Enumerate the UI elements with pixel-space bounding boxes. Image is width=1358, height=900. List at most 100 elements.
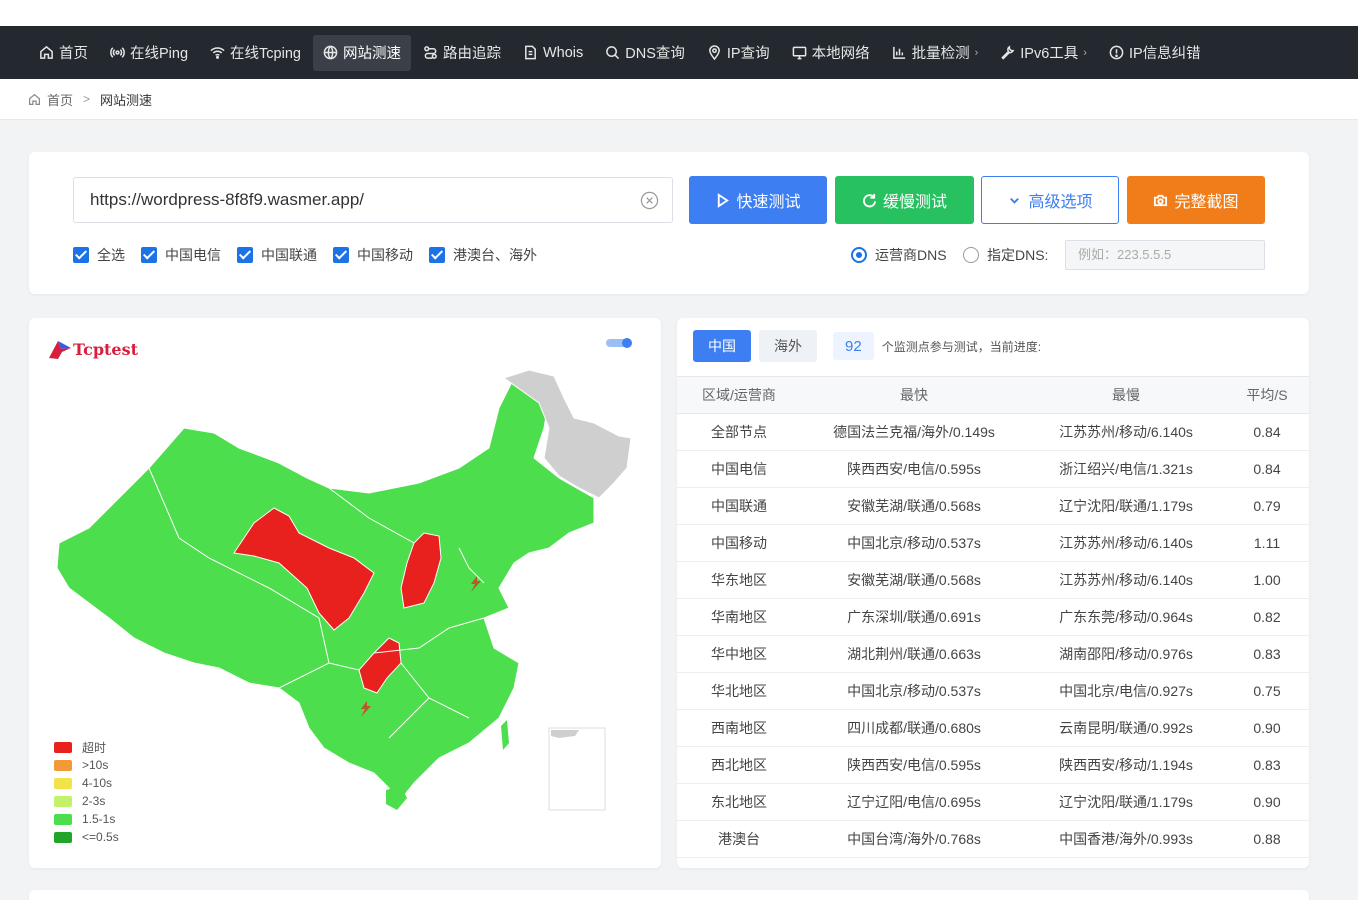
map-region-taiwan: [501, 720, 509, 750]
header-fastest: 最快: [801, 376, 1027, 414]
slow-test-label: 缓慢测试: [882, 194, 947, 211]
tab-overseas[interactable]: 海外: [759, 330, 817, 362]
checkbox-telecom[interactable]: 中国电信: [141, 245, 221, 265]
cell-region: 华北地区: [677, 672, 801, 710]
table-row: 中国电信 陕西西安/电信/0.595s 浙江绍兴/电信/1.321s 0.84: [677, 450, 1309, 488]
nav-item-3[interactable]: 网站测速: [312, 34, 411, 71]
nav-item-8[interactable]: 本地网络: [782, 35, 880, 71]
nav-item-label: 在线Ping: [130, 46, 189, 62]
wifi-icon: [210, 47, 225, 59]
radio-unselected-icon: [963, 247, 979, 263]
cell-fastest: 中国台湾/海外/0.768s: [801, 820, 1027, 858]
table-row: 港澳台 中国台湾/海外/0.768s 中国香港/海外/0.993s 0.88: [677, 820, 1309, 858]
nav-item-11[interactable]: IP信息纠错: [1099, 35, 1211, 71]
legend-label: 2-3s: [82, 794, 106, 808]
legend-item: 4-10s: [54, 774, 119, 792]
cell-slowest: 辽宁沈阳/联通/1.179s: [1027, 487, 1225, 525]
nav-item-label: DNS查询: [625, 46, 685, 62]
nav-item-5[interactable]: Whois: [513, 35, 593, 71]
breadcrumb: 首页 > 网站测速: [0, 79, 1358, 120]
url-input[interactable]: https://wordpress-8f8f9.wasmer.app/: [73, 177, 673, 223]
bottom-card: [29, 890, 1309, 900]
clear-icon[interactable]: [640, 191, 659, 210]
table-row: 中国移动 中国北京/移动/0.537s 江苏苏州/移动/6.140s 1.11: [677, 524, 1309, 562]
cell-region: 华中地区: [677, 635, 801, 673]
cell-fastest: 德国法兰克福/海外/0.149s: [801, 413, 1027, 451]
cell-slowest: 辽宁沈阳/联通/1.179s: [1027, 783, 1225, 821]
cell-slowest: 江苏苏州/移动/6.140s: [1027, 413, 1225, 451]
cell-average: 1.00: [1225, 561, 1309, 599]
cell-slowest: 广东东莞/移动/0.964s: [1027, 598, 1225, 636]
nav-item-1[interactable]: 在线Ping: [100, 35, 198, 71]
cell-region: 港澳台: [677, 820, 801, 858]
breadcrumb-current: 网站测速: [100, 92, 153, 108]
cell-slowest: 中国香港/海外/0.993s: [1027, 820, 1225, 858]
top-strip: [0, 0, 1358, 26]
table-row: 东北地区 辽宁辽阳/电信/0.695s 辽宁沈阳/联通/1.179s 0.90: [677, 783, 1309, 821]
cell-average: 0.84: [1225, 413, 1309, 451]
nav-item-9[interactable]: 批量检测 ›: [882, 35, 989, 71]
results-table: 区域/运营商 最快 最慢 平均/S 全部节点 德国法兰克福/海外/0.149s 江苏…: [677, 376, 1309, 858]
screenshot-button[interactable]: 完整截图: [1127, 176, 1265, 224]
map-legend: 超时 >10s 4-10s 2-3s 1.5-1s <=0.5s: [54, 738, 119, 846]
legend-label: >10s: [82, 758, 109, 772]
checkbox-select-all[interactable]: 全选: [73, 245, 125, 265]
legend-swatch: [54, 813, 72, 825]
nav-item-10[interactable]: IPv6工具 ›: [990, 35, 1097, 71]
cell-average: 0.82: [1225, 598, 1309, 636]
main-navbar: 首页 在线Ping 在线Tcping 网站测速 路由追踪 Whois DNS查询 IP查询 本地…: [0, 26, 1358, 79]
cell-average: 0.83: [1225, 635, 1309, 673]
dns-isp-radio[interactable]: 运营商DNS: [851, 245, 947, 265]
play-icon: [718, 192, 730, 208]
region-tabs: 中国 海外 92 个监测点参与测试，当前进度:: [693, 330, 1041, 362]
cell-region: 中国联通: [677, 487, 801, 525]
checkbox-label: 中国移动: [357, 247, 413, 263]
nav-item-0[interactable]: 首页: [29, 35, 98, 71]
legend-item: 2-3s: [54, 792, 119, 810]
slow-test-button[interactable]: 缓慢测试: [835, 176, 974, 224]
checkbox-label: 全选: [97, 247, 125, 263]
breadcrumb-home[interactable]: 首页: [47, 90, 73, 109]
tab-china[interactable]: 中国: [693, 330, 751, 362]
node-count-badge: 92: [833, 332, 874, 360]
chevron-down-icon: [1010, 197, 1020, 204]
table-row: 华北地区 中国北京/移动/0.537s 中国北京/电信/0.927s 0.75: [677, 672, 1309, 710]
chevron-right-icon: ›: [974, 46, 979, 59]
advanced-options-button[interactable]: 高级选项: [981, 176, 1119, 224]
home-icon: [29, 93, 40, 105]
dns-input[interactable]: 例如：223.5.5.5: [1065, 240, 1265, 270]
cell-slowest: 浙江绍兴/电信/1.321s: [1027, 450, 1225, 488]
checkbox-unicom[interactable]: 中国联通: [237, 245, 317, 265]
nav-item-7[interactable]: IP查询: [697, 35, 780, 71]
cell-fastest: 陕西西安/电信/0.595s: [801, 746, 1027, 784]
dns-custom-radio[interactable]: 指定DNS:: [963, 245, 1048, 265]
table-row: 中国联通 安徽芜湖/联通/0.568s 辽宁沈阳/联通/1.179s 0.79: [677, 487, 1309, 525]
cell-region: 全部节点: [677, 413, 801, 451]
cell-slowest: 陕西西安/移动/1.194s: [1027, 746, 1225, 784]
cell-fastest: 中国北京/移动/0.537s: [801, 672, 1027, 710]
checkbox-label: 中国联通: [261, 247, 317, 263]
legend-item: >10s: [54, 756, 119, 774]
header-slowest: 最慢: [1027, 376, 1225, 414]
nav-item-label: 首页: [59, 46, 88, 62]
nav-item-2[interactable]: 在线Tcping: [200, 35, 311, 71]
legend-item: <=0.5s: [54, 828, 119, 846]
fast-test-button[interactable]: 快速测试: [689, 176, 827, 224]
search-icon: [606, 46, 620, 60]
cell-region: 华南地区: [677, 598, 801, 636]
china-map: [56, 369, 632, 811]
nav-item-label: 在线Tcping: [230, 46, 301, 62]
globe-icon: [323, 45, 338, 60]
legend-swatch: [54, 741, 72, 753]
cell-slowest: 江苏苏州/移动/6.140s: [1027, 561, 1225, 599]
nav-item-6[interactable]: DNS查询: [595, 35, 695, 71]
checkbox-overseas[interactable]: 港澳台、海外: [429, 245, 537, 265]
legend-swatch: [54, 795, 72, 807]
nav-item-4[interactable]: 路由追踪: [413, 35, 511, 71]
checkbox-icon: [237, 247, 253, 263]
monitor-icon: [792, 46, 806, 60]
checkbox-mobile[interactable]: 中国移动: [333, 245, 413, 265]
advanced-options-label: 高级选项: [1028, 194, 1093, 211]
cell-region: 中国移动: [677, 524, 801, 562]
refresh-icon: [862, 193, 877, 207]
